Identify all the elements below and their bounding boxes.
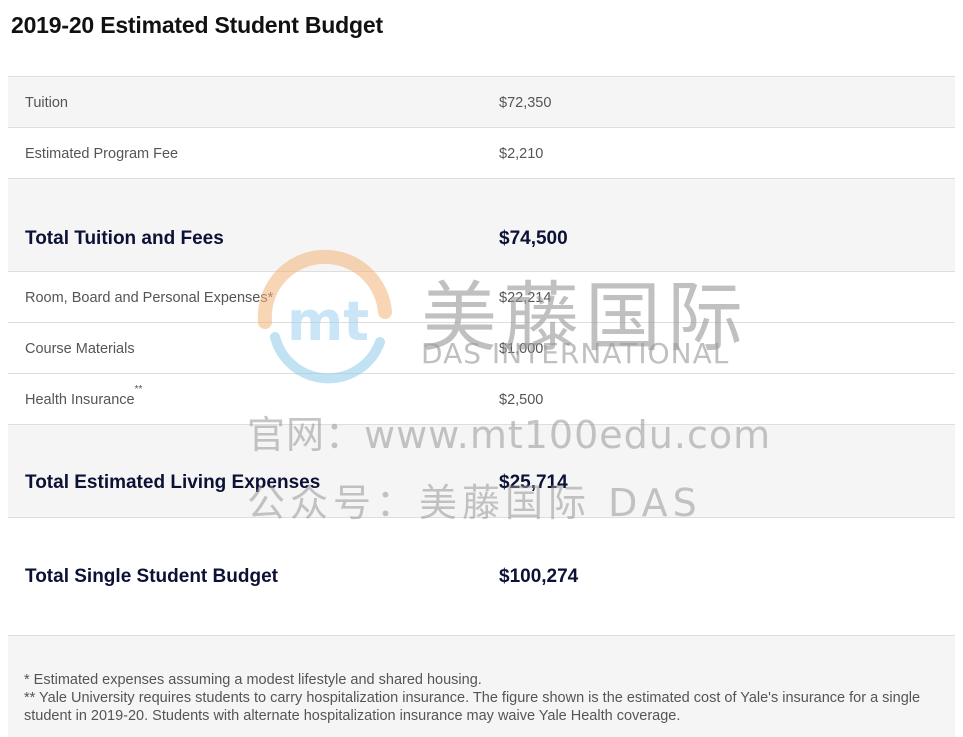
row-value: $1,000: [499, 341, 544, 357]
row-value: $2,500: [499, 392, 544, 408]
row-label: Room, Board and Personal Expenses*: [25, 290, 274, 306]
budget-table: Tuition $72,350 Estimated Program Fee $2…: [8, 76, 955, 636]
total-label: Total Estimated Living Expenses: [25, 472, 321, 493]
row-label: Tuition: [25, 95, 68, 111]
page-title: 2019-20 Estimated Student Budget: [11, 12, 383, 38]
table-row: Health Insurance** $2,500: [8, 374, 955, 425]
grand-total-row: Total Single Student Budget $100,274: [8, 518, 955, 636]
total-value: $25,714: [499, 472, 568, 493]
footnote-marker: **: [134, 384, 143, 395]
footnote-1: * Estimated expenses assuming a modest l…: [24, 672, 482, 688]
total-row: Total Tuition and Fees $74,500: [8, 179, 955, 272]
table-row: Room, Board and Personal Expenses* $22,2…: [8, 272, 955, 323]
total-label: Total Tuition and Fees: [25, 228, 224, 249]
footnotes: * Estimated expenses assuming a modest l…: [8, 636, 955, 737]
total-row: Total Estimated Living Expenses $25,714: [8, 425, 955, 518]
total-value: $100,274: [499, 566, 579, 587]
row-value: $72,350: [499, 95, 552, 111]
table-row: Estimated Program Fee $2,210: [8, 128, 955, 179]
row-label: Health Insurance**: [25, 384, 142, 408]
row-value: $2,210: [499, 146, 544, 162]
table-row: Course Materials $1,000: [8, 323, 955, 374]
total-label: Total Single Student Budget: [25, 566, 278, 587]
total-value: $74,500: [499, 228, 568, 249]
row-label: Estimated Program Fee: [25, 146, 179, 162]
row-label: Course Materials: [25, 341, 135, 357]
row-value: $22,214: [499, 290, 552, 306]
table-row: Tuition $72,350: [8, 77, 955, 128]
row-label-text: Health Insurance: [25, 392, 135, 408]
footnote-2: ** Yale University requires students to …: [24, 690, 921, 724]
